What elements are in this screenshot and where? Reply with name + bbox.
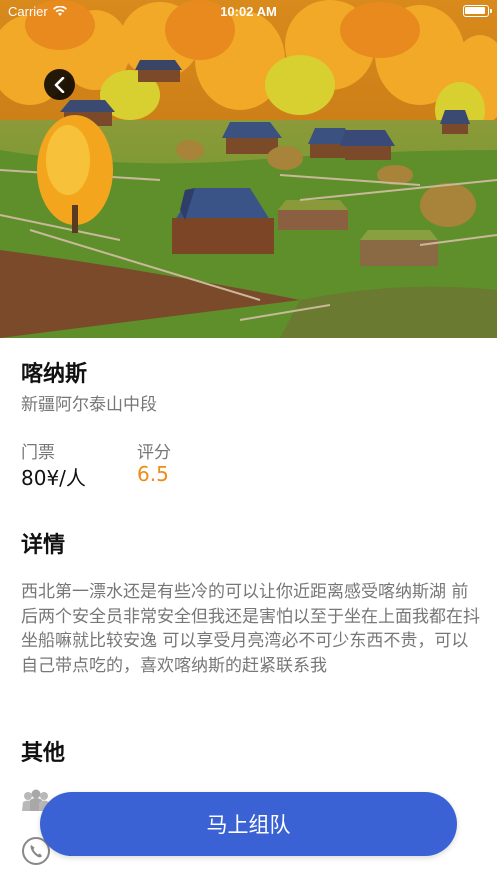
ticket-label: 门票 — [21, 443, 55, 463]
team-up-button[interactable]: 马上组队 — [40, 792, 457, 856]
place-location: 新疆阿尔泰山中段 — [21, 395, 157, 415]
rating-label: 评分 — [137, 443, 171, 463]
status-time: 10:02 AM — [220, 4, 277, 19]
chevron-left-icon — [53, 76, 67, 93]
hero-image: Carrier 10:02 AM — [0, 0, 497, 338]
rating-value: 6.5 — [137, 462, 169, 486]
place-name: 喀纳斯 — [21, 362, 88, 387]
details-title: 详情 — [21, 533, 66, 558]
battery-icon — [463, 5, 492, 17]
status-bar: Carrier 10:02 AM — [0, 0, 497, 24]
other-title: 其他 — [21, 741, 66, 766]
ticket-value: 80¥/人 — [21, 466, 86, 490]
details-text: 西北第一漂水还是有些冷的可以让你近距离感受喀纳斯湖 前后两个安全员非常安全但我还… — [21, 582, 480, 676]
back-button[interactable] — [44, 69, 75, 100]
